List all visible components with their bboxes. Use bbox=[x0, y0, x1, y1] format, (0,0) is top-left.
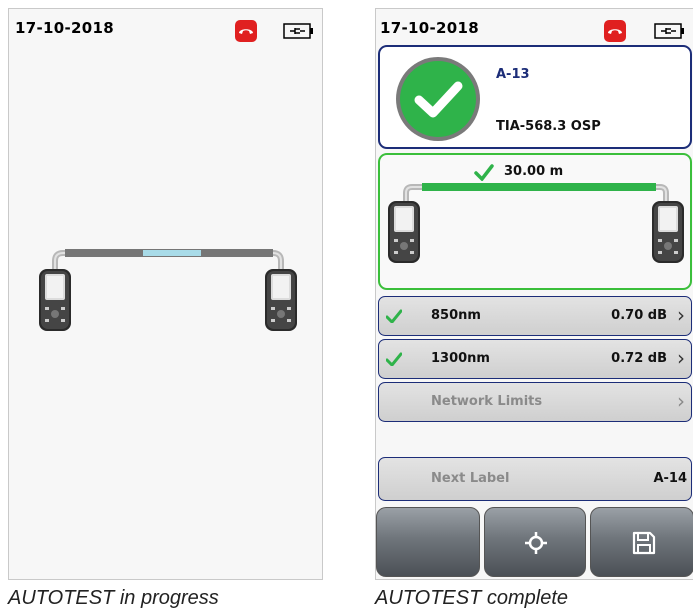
main-tester-icon bbox=[388, 201, 420, 263]
network-limits-row[interactable]: Network Limits › bbox=[378, 382, 692, 422]
remote-tester-icon bbox=[265, 269, 297, 331]
check-icon bbox=[386, 309, 402, 323]
measurement-row-850[interactable]: 850nm 0.70 dB › bbox=[378, 296, 692, 336]
softkey-bar bbox=[376, 507, 693, 579]
autotest-progress-screen: 17-10-2018 bbox=[8, 8, 323, 580]
wavelength-label: 850nm bbox=[431, 308, 481, 323]
loss-value: 0.70 dB bbox=[611, 308, 667, 323]
battery-plug-icon bbox=[654, 23, 684, 39]
battery-plug-icon bbox=[283, 23, 313, 39]
caption-right: AUTOTEST complete bbox=[375, 587, 569, 609]
wavelength-label: 1300nm bbox=[431, 351, 490, 366]
pass-check-icon bbox=[396, 57, 480, 141]
softkey-blank[interactable] bbox=[376, 507, 480, 577]
cable-label-id: A-13 bbox=[496, 67, 530, 82]
next-label-row[interactable]: Next Label A-14 bbox=[378, 457, 692, 501]
chevron-right-icon: › bbox=[677, 303, 685, 327]
next-label-title: Next Label bbox=[431, 471, 510, 486]
save-icon bbox=[632, 531, 656, 555]
network-limits-label: Network Limits bbox=[431, 394, 543, 409]
chevron-right-icon: › bbox=[677, 389, 685, 413]
remote-tester-icon bbox=[652, 201, 684, 263]
phone-icon[interactable] bbox=[604, 20, 626, 42]
test-limit: TIA-568.3 OSP bbox=[496, 119, 601, 134]
save-button[interactable] bbox=[590, 507, 693, 577]
cable-bar bbox=[422, 183, 656, 191]
status-date: 17-10-2018 bbox=[380, 19, 479, 37]
main-tester-icon bbox=[39, 269, 71, 331]
progress-segment bbox=[143, 250, 201, 256]
test-topology bbox=[39, 249, 297, 331]
next-label-value: A-14 bbox=[653, 471, 687, 486]
loss-value: 0.72 dB bbox=[611, 351, 667, 366]
measurement-row-1300[interactable]: 1300nm 0.72 dB › bbox=[378, 339, 692, 379]
check-icon bbox=[386, 352, 402, 366]
result-summary[interactable]: A-13 TIA-568.3 OSP bbox=[378, 45, 692, 149]
topology-result[interactable]: 30.00 m bbox=[378, 153, 692, 290]
caption-left: AUTOTEST in progress bbox=[8, 587, 219, 609]
autotest-complete-screen: 17-10-2018 A-13 TIA-568.3 OSP 30.00 m 85… bbox=[375, 8, 693, 580]
chevron-right-icon: › bbox=[677, 346, 685, 370]
locate-button[interactable] bbox=[484, 507, 586, 577]
status-date: 17-10-2018 bbox=[15, 19, 114, 37]
phone-icon[interactable] bbox=[235, 20, 257, 42]
crosshair-icon bbox=[525, 532, 547, 554]
